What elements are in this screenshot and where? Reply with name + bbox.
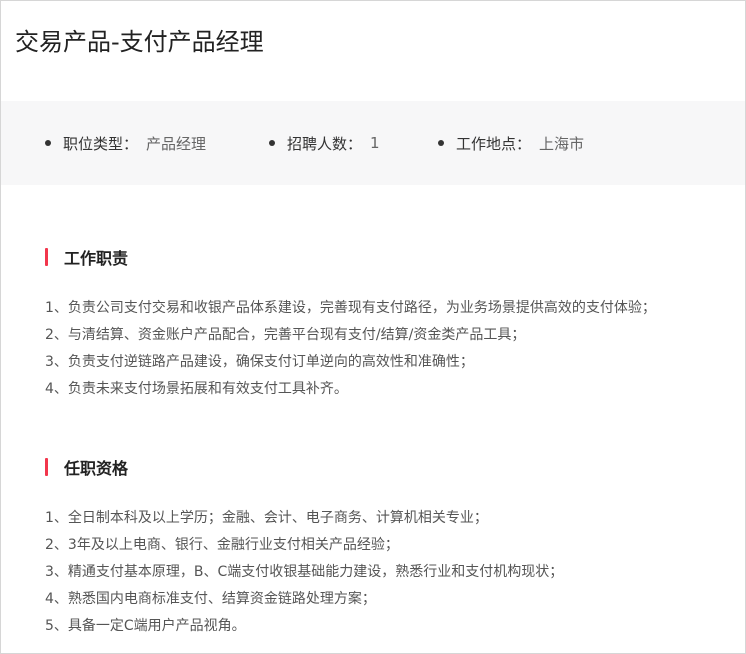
section-responsibilities-heading: 工作职责 xyxy=(45,246,128,268)
list-item: 1、全日制本科及以上学历；金融、会计、电子商务、计算机相关专业； xyxy=(45,510,488,526)
list-item: 2、3年及以上电商、银行、金融行业支付相关产品经验； xyxy=(45,537,399,553)
responsibilities-list: 1、负责公司支付交易和收银产品体系建设，完善现有支付路径，为业务场景提供高效的支… xyxy=(45,295,656,403)
bullet-dot-icon xyxy=(269,140,275,146)
meta-job-type: 职位类型： 产品经理 xyxy=(45,101,206,185)
accent-bar xyxy=(45,248,48,266)
meta-value: 1 xyxy=(370,134,380,152)
meta-label: 招聘人数： xyxy=(287,134,363,153)
job-title: 交易产品-支付产品经理 xyxy=(15,28,264,57)
list-item: 2、与清结算、资金账户产品配合，完善平台现有支付/结算/资金类产品工具； xyxy=(45,327,526,343)
list-item: 4、负责未来支付场景拓展和有效支付工具补齐。 xyxy=(45,381,348,397)
meta-headcount: 招聘人数： 1 xyxy=(269,101,380,185)
list-item: 4、熟悉国内电商标准支付、结算资金链路处理方案； xyxy=(45,591,376,607)
meta-location: 工作地点： 上海市 xyxy=(438,101,584,185)
job-meta-bar: 职位类型： 产品经理 招聘人数： 1 工作地点： 上海市 xyxy=(1,101,745,185)
list-item: 1、负责公司支付交易和收银产品体系建设，完善现有支付路径，为业务场景提供高效的支… xyxy=(45,300,656,316)
job-detail-panel: 交易产品-支付产品经理 职位类型： 产品经理 招聘人数： 1 工作地点： 上海市… xyxy=(0,0,746,654)
list-item: 3、负责支付逆链路产品建设，确保支付订单逆向的高效性和准确性； xyxy=(45,354,474,370)
section-title: 工作职责 xyxy=(64,249,129,268)
meta-label: 职位类型： xyxy=(63,134,139,153)
list-item: 5、具备一定C端用户产品视角。 xyxy=(45,618,246,634)
bullet-dot-icon xyxy=(438,140,444,146)
bullet-dot-icon xyxy=(45,140,51,146)
accent-bar xyxy=(45,458,48,476)
section-qualifications-heading: 任职资格 xyxy=(45,456,128,478)
meta-value: 产品经理 xyxy=(146,134,207,153)
section-title: 任职资格 xyxy=(64,459,129,478)
list-item: 3、精通支付基本原理，B、C端支付收银基础能力建设，熟悉行业和支付机构现状； xyxy=(45,564,564,580)
meta-value: 上海市 xyxy=(539,134,585,153)
meta-label: 工作地点： xyxy=(456,134,532,153)
qualifications-list: 1、全日制本科及以上学历；金融、会计、电子商务、计算机相关专业； 2、3年及以上… xyxy=(45,505,563,640)
